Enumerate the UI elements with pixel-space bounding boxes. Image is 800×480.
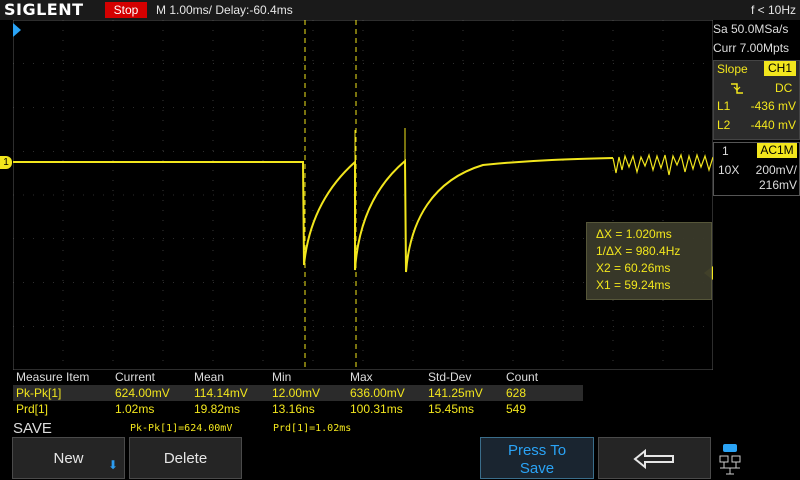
- return-arrow-icon: [632, 448, 674, 470]
- channel-number: 1: [722, 144, 729, 158]
- new-softkey[interactable]: New ⬇: [12, 437, 125, 479]
- brand-logo: SIGLENT: [4, 0, 84, 19]
- back-softkey[interactable]: [598, 437, 711, 479]
- table-cell: 624.00mV: [115, 386, 170, 400]
- waveform-display[interactable]: [13, 20, 713, 370]
- table-cell: 114.14mV: [194, 386, 248, 400]
- press-to-save-line2: Save: [519, 460, 555, 477]
- table-cell: 636.00mV: [350, 386, 405, 400]
- menu-title: SAVE: [13, 420, 52, 437]
- header-cell: Count: [506, 370, 539, 384]
- cursor-x1: X1 = 59.24ms: [596, 278, 671, 292]
- table-row: Prd[1] 1.02ms 19.82ms 13.16ns 100.31ms 1…: [13, 401, 583, 417]
- trigger-level2-label: L2: [717, 118, 731, 132]
- table-cell: 15.45ms: [428, 402, 475, 416]
- memory-depth: Curr 7.00Mpts: [713, 41, 790, 55]
- table-cell: Pk-Pk[1]: [16, 386, 62, 400]
- table-cell: Prd[1]: [16, 402, 49, 416]
- trigger-level2-value: -440 mV: [750, 118, 796, 132]
- channel-coupling-badge: AC1M: [757, 143, 797, 158]
- trigger-coupling: DC: [775, 81, 793, 95]
- trigger-source-badge: CH1: [764, 61, 796, 76]
- cursor-inverse-delta-x: 1/ΔX = 980.4Hz: [596, 244, 681, 258]
- trigger-level1-label: L1: [717, 99, 731, 113]
- new-softkey-label: New: [53, 450, 84, 467]
- status-readout-period: Prd[1]=1.02ms: [273, 423, 352, 434]
- frequency-counter: f < 10Hz: [750, 3, 796, 17]
- status-readout-pkpk: Pk-Pk[1]=624.00mV: [130, 423, 233, 434]
- falling-edge-icon: [731, 83, 743, 94]
- trigger-slope-label: Slope: [717, 62, 748, 76]
- press-to-save-softkey[interactable]: Press To Save: [480, 437, 594, 479]
- table-row: Pk-Pk[1] 624.00mV 114.14mV 12.00mV 636.0…: [13, 385, 583, 401]
- network-icon: [719, 444, 741, 475]
- table-cell: 1.02ms: [115, 402, 155, 416]
- table-cell: 19.82ms: [194, 402, 241, 416]
- header-cell: Min: [272, 370, 292, 384]
- timebase-readout[interactable]: M 1.00ms/ Delay:-60.4ms: [156, 0, 293, 20]
- run-stop-indicator[interactable]: Stop: [105, 2, 147, 18]
- sample-rate: Sa 50.0MSa/s: [713, 22, 789, 36]
- trigger-level1-value: -436 mV: [750, 99, 796, 113]
- volts-per-div: 200mV/: [755, 163, 797, 177]
- table-cell: 628: [506, 386, 527, 400]
- header-cell: Measure Item: [16, 370, 90, 384]
- probe-attenuation: 10X: [718, 163, 740, 177]
- channel-offset: 216mV: [758, 178, 797, 192]
- table-cell: 12.00mV: [272, 386, 321, 400]
- channel1-offset-marker[interactable]: 1: [0, 156, 12, 169]
- table-cell: 13.16ns: [272, 402, 315, 416]
- press-to-save-line1: Press To: [507, 442, 567, 459]
- chevron-down-icon: ⬇: [107, 458, 118, 472]
- measurement-header-row: Measure Item Current Mean Min Max Std-De…: [13, 369, 583, 385]
- table-cell: 141.25mV: [428, 386, 483, 400]
- trigger-position-icon: [13, 23, 21, 37]
- header-cell: Mean: [194, 370, 225, 384]
- header-cell: Std-Dev: [428, 370, 472, 384]
- header-cell: Current: [115, 370, 156, 384]
- delete-softkey-label: Delete: [163, 450, 208, 467]
- cursor-x2: X2 = 60.26ms: [596, 261, 671, 275]
- table-cell: 549: [506, 402, 527, 416]
- cursor-delta-x: ΔX = 1.020ms: [596, 227, 672, 241]
- header-cell: Max: [350, 370, 373, 384]
- table-cell: 100.31ms: [350, 402, 403, 416]
- delete-softkey[interactable]: Delete: [129, 437, 242, 479]
